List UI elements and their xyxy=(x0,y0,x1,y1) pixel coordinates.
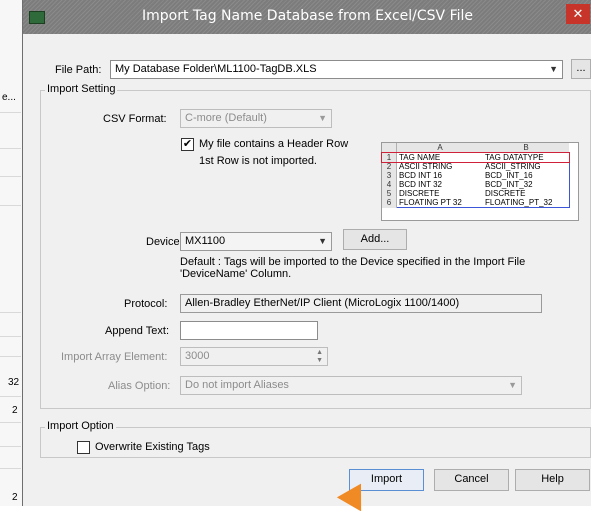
row-number: 3 xyxy=(382,171,397,180)
browse-button[interactable]: ... xyxy=(571,59,591,79)
cell: BCD_INT_32 xyxy=(483,180,570,189)
background-divider xyxy=(0,468,21,469)
append-text-input[interactable] xyxy=(180,321,318,340)
header-row-label: My file contains a Header Row xyxy=(199,138,349,150)
cancel-label: Cancel xyxy=(454,473,489,485)
overwrite-checkbox[interactable] xyxy=(77,441,90,454)
cell: TAG DATATYPE xyxy=(485,153,544,162)
column-header: B xyxy=(483,143,569,153)
sheet-header-row: 1 TAG NAME TAG DATATYPE xyxy=(381,151,570,163)
protocol-value: Allen-Bradley EtherNet/IP Client (MicroL… xyxy=(185,297,460,309)
cell: FLOATING_PT_32 xyxy=(483,198,570,208)
column-header: A xyxy=(396,143,483,153)
background-text: 32 xyxy=(8,377,20,388)
append-text-label: Append Text: xyxy=(105,325,170,337)
header-row-checkbox[interactable]: ✔ xyxy=(181,138,194,151)
background-window: e... 32 2 2 xyxy=(0,0,23,506)
csv-format-select[interactable]: C-more (Default) ▼ xyxy=(180,109,332,128)
background-divider xyxy=(0,112,21,113)
background-divider xyxy=(0,396,21,397)
help-label: Help xyxy=(541,473,564,485)
alias-option-value: Do not import Aliases xyxy=(185,379,289,391)
background-divider xyxy=(0,176,21,177)
alias-option-select[interactable]: Do not import Aliases ▼ xyxy=(180,376,522,395)
csv-format-label: CSV Format: xyxy=(103,113,167,125)
background-text: 2 xyxy=(12,492,18,503)
import-dialog: Import Tag Name Database from Excel/CSV … xyxy=(22,0,591,511)
add-device-button[interactable]: Add... xyxy=(343,229,407,250)
device-select[interactable]: MX1100 ▼ xyxy=(180,232,332,251)
cell: ASCII_STRING xyxy=(483,162,570,171)
protocol-field: Allen-Bradley EtherNet/IP Client (MicroL… xyxy=(180,294,542,313)
chevron-down-icon: ▼ xyxy=(549,64,558,74)
device-value: MX1100 xyxy=(185,235,226,247)
sheet-row: 3 BCD INT 16 BCD_INT_16 xyxy=(382,171,570,180)
alias-option-label: Alias Option: xyxy=(108,380,171,392)
device-note: Default : Tags will be imported to the D… xyxy=(180,256,526,280)
row-number: 5 xyxy=(382,189,397,198)
chevron-down-icon: ▼ xyxy=(318,113,327,123)
background-divider xyxy=(0,356,21,357)
import-label: Import xyxy=(370,473,403,485)
close-icon: ✕ xyxy=(572,6,584,21)
import-option-title: Import Option xyxy=(45,420,116,432)
background-divider xyxy=(0,205,21,206)
sheet-row: 5 DISCRETE DISCRETE xyxy=(382,189,570,198)
cell: TAG NAME xyxy=(399,153,441,162)
background-text: e... xyxy=(2,92,16,103)
browse-label: ... xyxy=(576,62,586,74)
cell: DISCRETE xyxy=(396,189,483,198)
cancel-button[interactable]: Cancel xyxy=(434,469,509,491)
import-array-element-value: 3000 xyxy=(185,350,210,362)
cell: FLOATING PT 32 xyxy=(396,198,483,208)
header-row-note: 1st Row is not imported. xyxy=(199,155,317,167)
chevron-down-icon: ▼ xyxy=(318,236,327,246)
protocol-label: Protocol: xyxy=(124,298,168,310)
background-text: 2 xyxy=(12,405,18,416)
cell: BCD_INT_16 xyxy=(483,171,570,180)
device-label: Device: xyxy=(146,236,183,248)
cell: BCD INT 16 xyxy=(396,171,483,180)
close-button[interactable]: ✕ xyxy=(566,4,590,24)
import-array-element-spinner[interactable]: 3000 ▲ ▼ xyxy=(180,347,328,366)
spin-arrows-icon: ▲ ▼ xyxy=(316,349,323,364)
row-number: 6 xyxy=(382,198,397,208)
file-path-combo[interactable]: My Database Folder\ML1100-TagDB.XLS ▼ xyxy=(110,60,563,79)
sheet-row: 2 ASCII STRING ASCII_STRING xyxy=(382,162,570,171)
csv-format-value: C-more (Default) xyxy=(185,112,267,124)
row-number: 2 xyxy=(382,162,397,171)
file-path-value: My Database Folder\ML1100-TagDB.XLS xyxy=(115,63,317,75)
title-bar[interactable]: Import Tag Name Database from Excel/CSV … xyxy=(23,0,591,34)
file-path-label: File Path: xyxy=(55,64,102,76)
row-number: 1 xyxy=(382,152,397,162)
cell: DISCRETE xyxy=(483,189,570,198)
help-button[interactable]: Help xyxy=(515,469,590,491)
cell: ASCII STRING xyxy=(396,162,483,171)
sheet-row: 6 FLOATING PT 32 FLOATING_PT_32 xyxy=(382,198,570,208)
background-divider xyxy=(0,148,21,149)
background-divider xyxy=(0,312,21,313)
add-device-label: Add... xyxy=(360,233,390,245)
chevron-down-icon: ▼ xyxy=(508,380,517,390)
import-array-element-label: Import Array Element: xyxy=(61,351,168,363)
background-divider xyxy=(0,422,21,423)
row-number: 4 xyxy=(382,180,397,189)
dialog-title: Import Tag Name Database from Excel/CSV … xyxy=(141,8,474,24)
sheet-row: 4 BCD INT 32 BCD_INT_32 xyxy=(382,180,570,189)
check-icon: ✔ xyxy=(182,138,193,150)
background-divider xyxy=(0,446,21,447)
import-setting-title: Import Setting xyxy=(45,83,118,95)
sample-sheet-preview: A B 1 TAG NAME TAG DATATYPE 2 ASCII STRI… xyxy=(381,142,579,221)
overwrite-label: Overwrite Existing Tags xyxy=(95,441,210,453)
cell: BCD INT 32 xyxy=(396,180,483,189)
background-divider xyxy=(0,336,21,337)
